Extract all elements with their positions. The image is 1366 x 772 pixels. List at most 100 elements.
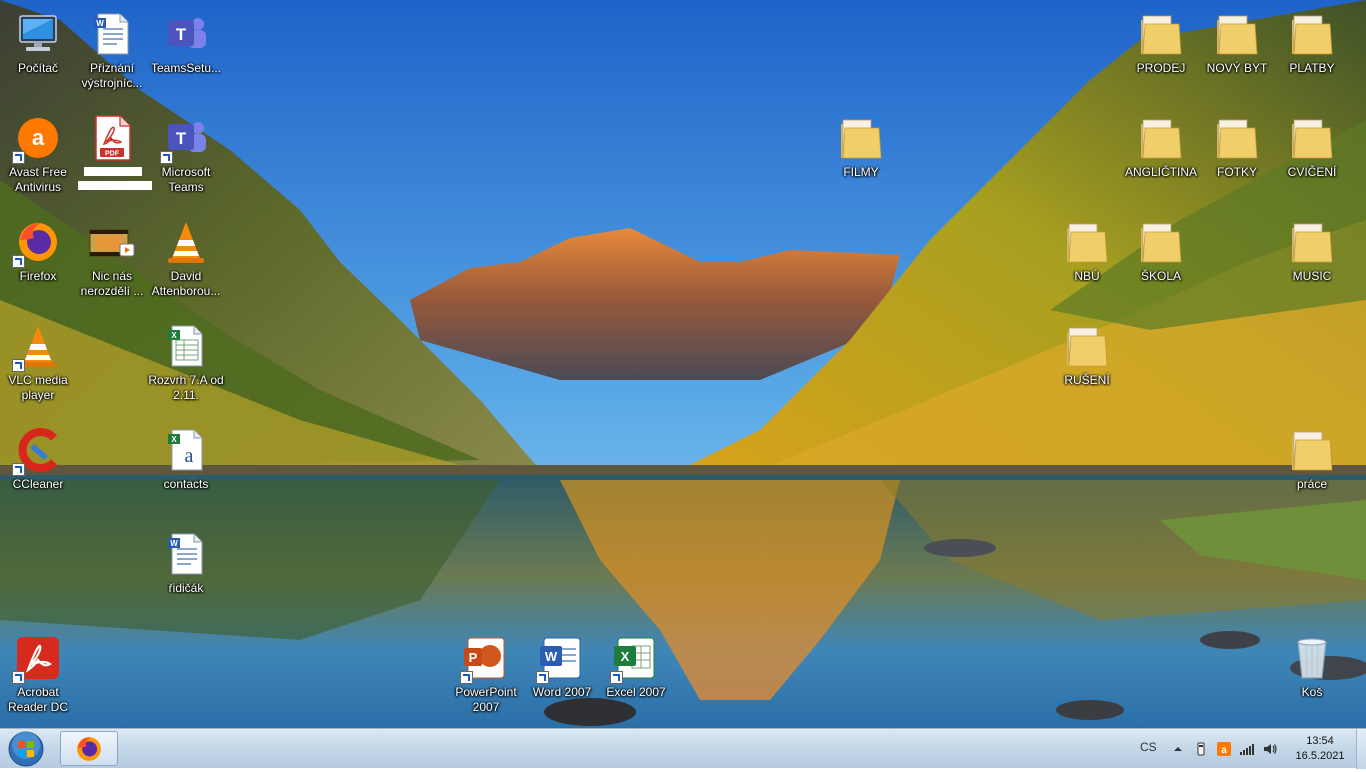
desktop-icon-label: řidičák — [168, 581, 204, 595]
desktop-folder-filmy[interactable]: FILMY — [823, 108, 899, 208]
desktop-icon-pdf[interactable]: PDF — [74, 108, 152, 208]
desktop-icon-priznani[interactable]: Přiznání výstrojníc... — [74, 4, 150, 104]
desktop-folder-fotky[interactable]: FOTKY — [1199, 108, 1275, 208]
desktop-folder-anglictina[interactable]: ANGLIČTINA — [1123, 108, 1199, 208]
teams-icon — [162, 10, 210, 58]
desktop-icon-label-redacted — [74, 165, 152, 195]
desktop-icon-pocitac[interactable]: Počítač — [0, 4, 76, 104]
folder-icon — [1137, 218, 1185, 266]
system-clock[interactable]: 13:54 16.5.2021 — [1290, 734, 1350, 764]
acrobat-icon — [12, 634, 62, 684]
vlc-icon — [12, 322, 62, 372]
ccleaner-icon — [12, 426, 62, 476]
shortcut-arrow-icon — [12, 151, 25, 164]
desktop-folder-ruseni[interactable]: RUŠENÍ — [1049, 316, 1125, 416]
desktop-icon-label: Rozvrh 7.A od 2.11. — [148, 373, 224, 402]
desktop-icon-label: NBÚ — [1074, 269, 1100, 283]
svg-text:a: a — [1221, 745, 1227, 756]
folder-icon — [837, 114, 885, 162]
desktop-icon-label: FILMY — [843, 165, 879, 179]
show-desktop-button[interactable] — [1356, 729, 1366, 769]
avast-tray-icon[interactable]: a — [1216, 741, 1232, 757]
start-button[interactable] — [4, 731, 48, 767]
desktop-icon-label: MUSIC — [1292, 269, 1332, 283]
svg-text:PDF: PDF — [105, 151, 120, 158]
desktop-icon-ridicak[interactable]: řidičák — [148, 524, 224, 624]
taskbar-app-firefox[interactable] — [60, 731, 118, 766]
folder-icon — [1288, 114, 1336, 162]
desktop-icon-contacts[interactable]: a X contacts — [148, 420, 224, 520]
shortcut-arrow-icon — [460, 671, 473, 684]
desktop-icon-label: PowerPoint 2007 — [455, 685, 517, 714]
folder-icon — [1288, 426, 1336, 474]
svg-text:a: a — [32, 125, 45, 150]
shortcut-arrow-icon — [12, 671, 25, 684]
desktop-folder-nbu[interactable]: NBÚ — [1049, 212, 1125, 312]
avast-icon: a — [12, 114, 62, 164]
desktop-icon-nicnas[interactable]: Nic nás nerozdělí ... — [74, 212, 150, 312]
desktop-icon-label: Počítač — [17, 61, 59, 75]
desktop-icon-label: TeamsSetu... — [150, 61, 222, 75]
desktop-icon-label: Nic nás nerozdělí ... — [80, 269, 144, 298]
desktop-icon-label: Přiznání výstrojníc... — [81, 61, 143, 90]
desktop-folder-prace[interactable]: práce — [1274, 420, 1350, 520]
desktop-icon-label: Microsoft Teams — [161, 165, 211, 194]
desktop-icon-powerpoint[interactable]: P PowerPoint 2007 — [448, 628, 524, 728]
desktop-icon-label: David Attenborou... — [151, 269, 221, 298]
svg-text:X: X — [171, 435, 177, 444]
powerpoint-icon: P — [460, 634, 510, 684]
desktop-icon-teamssetup[interactable]: TeamsSetu... — [148, 4, 224, 104]
desktop-icon-excel[interactable]: X Excel 2007 — [598, 628, 674, 728]
desktop-icon-ccleaner[interactable]: CCleaner — [0, 420, 76, 520]
desktop-icon-label: CVIČENÍ — [1287, 165, 1337, 179]
desktop-icon-vlc[interactable]: VLC media player — [0, 316, 76, 416]
desktop-icon-label: Avast Free Antivirus — [9, 165, 67, 194]
shortcut-arrow-icon — [536, 671, 549, 684]
desktop-folder-novy-byt[interactable]: NOVÝ BYT — [1199, 4, 1275, 104]
show-hidden-icons-chevron-icon[interactable] — [1170, 741, 1186, 757]
excel-icon: X — [610, 634, 660, 684]
shortcut-arrow-icon — [12, 255, 25, 268]
volume-icon[interactable] — [1262, 741, 1278, 757]
desktop-folder-skola[interactable]: ŠKOLA — [1123, 212, 1199, 312]
usb-device-icon[interactable] — [1193, 741, 1209, 757]
desktop-icon-label: PRODEJ — [1136, 61, 1186, 75]
taskbar: CS a 13:54 16.5.2021 — [0, 728, 1366, 769]
firefox-icon — [12, 218, 62, 268]
desktop-icon-label: Word 2007 — [532, 685, 592, 699]
desktop-icon-label: RUŠENÍ — [1064, 373, 1110, 387]
desktop-icon-david[interactable]: David Attenborou... — [148, 212, 224, 312]
desktop-icon-label: contacts — [163, 477, 209, 491]
computer-icon — [14, 10, 62, 58]
shortcut-arrow-icon — [12, 359, 25, 372]
word-document-icon — [162, 530, 210, 578]
desktop-icon-label: CCleaner — [12, 477, 64, 491]
desktop-icon-msteams[interactable]: Microsoft Teams — [148, 108, 224, 208]
desktop-icon-avast[interactable]: a Avast Free Antivirus — [0, 108, 76, 208]
desktop-icon-firefox[interactable]: Firefox — [0, 212, 76, 312]
desktop-icon-recycle-bin[interactable]: Koš — [1274, 628, 1350, 728]
excel-csv-icon: a X — [162, 426, 210, 474]
desktop-folder-platby[interactable]: PLATBY — [1274, 4, 1350, 104]
clock-time: 13:54 — [1306, 735, 1334, 747]
desktop-folder-prodej[interactable]: PRODEJ — [1123, 4, 1199, 104]
word-document-icon — [88, 10, 136, 58]
shortcut-arrow-icon — [160, 151, 173, 164]
desktop-icon-label: FOTKY — [1216, 165, 1257, 179]
word-icon: W — [536, 634, 586, 684]
network-signal-icon[interactable] — [1239, 741, 1255, 757]
pdf-icon: PDF — [88, 114, 136, 162]
language-indicator[interactable]: CS — [1140, 740, 1157, 754]
desktop-icon-acrobat[interactable]: Acrobat Reader DC — [0, 628, 76, 728]
desktop-folder-cviceni[interactable]: CVIČENÍ — [1274, 108, 1350, 208]
desktop-icon-label: VLC media player — [8, 373, 68, 402]
desktop-icon-word[interactable]: W Word 2007 — [524, 628, 600, 728]
teams-icon — [160, 114, 210, 164]
desktop-icon-label: Firefox — [19, 269, 57, 283]
desktop-folder-music[interactable]: MUSIC — [1274, 212, 1350, 312]
shortcut-arrow-icon — [12, 463, 25, 476]
desktop-icon-label: Koš — [1301, 685, 1323, 699]
svg-text:W: W — [545, 649, 558, 664]
desktop-icon-label: Excel 2007 — [606, 685, 666, 699]
desktop-icon-rozvrh[interactable]: Rozvrh 7.A od 2.11. — [148, 316, 224, 416]
